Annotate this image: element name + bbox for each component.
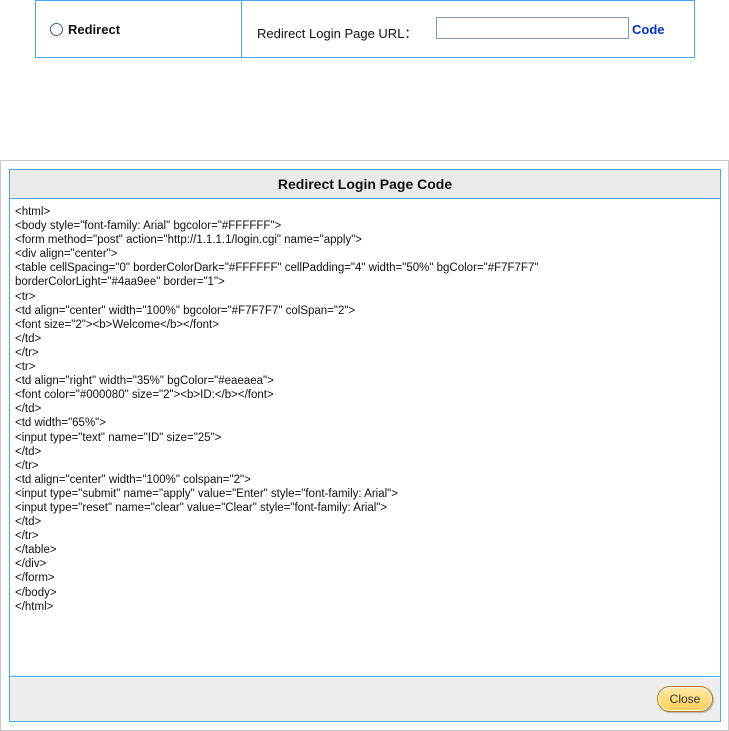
code-line: </body> [15,586,57,599]
redirect-row: Redirect Redirect Login Page URL： Code [35,0,695,58]
redirect-url-input[interactable] [436,17,629,39]
column-divider [241,0,242,58]
code-line: <td align="center" width="100%" colspan=… [15,473,251,486]
code-line: <td align="right" width="35%" bgColor="#… [15,375,274,388]
code-line: </form> [15,572,55,585]
redirect-radio-label: Redirect [68,22,121,37]
code-line: </td> [15,445,42,458]
close-button[interactable]: Close [657,686,713,712]
code-textarea[interactable]: <html> <body style="font-family: Arial" b… [10,199,720,677]
code-line: <font color="#000080" size="2"><b>ID:</b… [15,389,274,402]
code-dialog: Redirect Login Page Code <html> <body sty… [0,160,729,731]
code-link[interactable]: Code [632,22,665,37]
redirect-option[interactable]: Redirect [50,22,120,37]
redirect-url-label: Redirect Login Page URL： [257,26,418,41]
code-line: <input type="text" name="ID" size="25"> [15,431,222,444]
code-line: <td align="center" width="100%" bgcolor=… [15,304,356,317]
code-line: </div> [15,558,47,571]
code-line: <body style="font-family: Arial" bgcolor… [15,220,282,233]
redirect-radio[interactable] [50,23,63,36]
code-line: </td> [15,332,42,345]
code-line: borderColorLight="#4aa9ee" border="1"> [15,276,225,289]
code-line: <td width="65%"> [15,417,106,430]
code-line: <tr> [15,290,36,303]
code-line: </td> [15,516,42,529]
row-top-border [36,0,694,6]
code-line: <input type="reset" name="clear" value="… [15,501,388,514]
code-line: </table> [15,544,57,557]
dialog-footer: Close [10,678,720,721]
dialog-title: Redirect Login Page Code [10,170,720,199]
code-line: <tr> [15,361,36,374]
code-line: <font size="2"><b>Welcome</b></font> [15,318,219,331]
code-line: <div align="center"> [15,248,118,261]
code-line: </tr> [15,530,39,543]
code-dialog-panel: Redirect Login Page Code <html> <body sty… [9,169,721,722]
code-line: </tr> [15,459,39,472]
code-line: </tr> [15,346,39,359]
code-line: <table cellSpacing="0" borderColorDark="… [15,262,539,275]
code-line: </html> [15,600,54,613]
code-line: <form method="post" action="http://1.1.1… [15,234,363,247]
code-line: <html> [15,206,51,218]
code-line: </td> [15,403,42,416]
code-line: <input type="submit" name="apply" value=… [15,487,398,500]
